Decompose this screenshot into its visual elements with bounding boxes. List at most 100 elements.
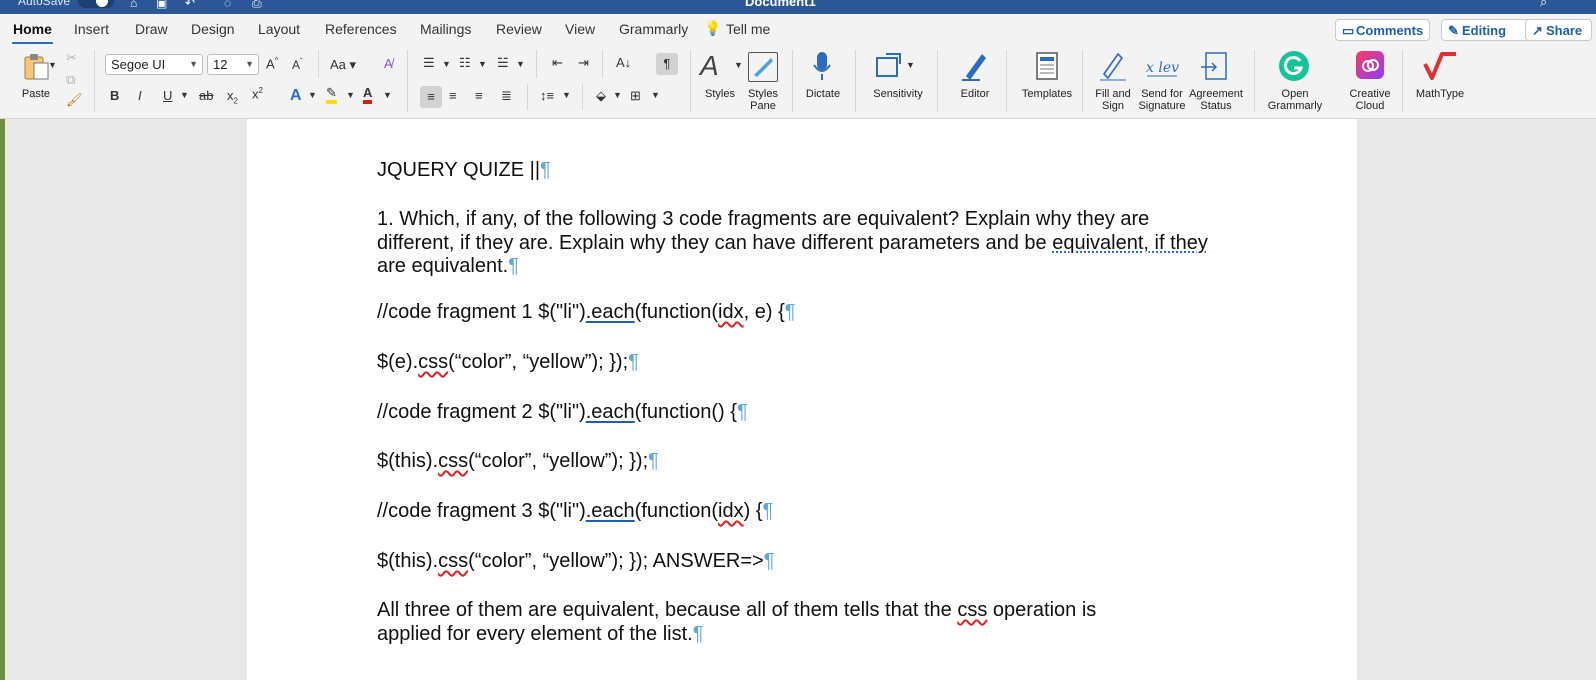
change-case-icon[interactable]: Aa ▾	[330, 57, 356, 73]
grow-font-icon[interactable]: A^	[266, 56, 278, 71]
code-fragment-1[interactable]: //code fragment 1 $("li").each(function(…	[377, 301, 796, 325]
answer-line-1: All three of them are equivalent, becaus…	[377, 599, 1097, 621]
highlight-dropdown-icon[interactable]: ▼	[346, 90, 355, 100]
tab-layout[interactable]: Layout	[258, 21, 300, 37]
cut-icon[interactable]: ✂	[66, 50, 77, 66]
sensitivity-dropdown-icon[interactable]: ▼	[906, 60, 915, 70]
borders-dropdown-icon[interactable]: ▼	[651, 90, 660, 100]
redo-icon[interactable]: ◌	[224, 0, 231, 10]
multilevel-list-icon[interactable]: ☱	[497, 55, 509, 71]
line-spacing-dropdown-icon[interactable]: ▼	[562, 90, 571, 100]
mathtype-label[interactable]: MathType	[1410, 88, 1470, 100]
tab-view[interactable]: View	[565, 21, 595, 37]
numbering-dropdown-icon[interactable]: ▼	[478, 59, 487, 69]
text-effects-dropdown-icon[interactable]: ▼	[308, 90, 317, 100]
justify-icon[interactable]: ≣	[501, 88, 512, 104]
document-page[interactable]: JQUERY QUIZE ||¶ 1. Which, if any, of th…	[247, 119, 1357, 680]
tab-draw[interactable]: Draw	[135, 21, 168, 37]
grammarly-icon[interactable]	[1278, 50, 1310, 82]
sensitivity-icon[interactable]	[874, 50, 904, 80]
shrink-font-icon[interactable]: Aˇ	[292, 57, 303, 72]
underline-dropdown-icon[interactable]: ▼	[180, 90, 189, 100]
send-for-signature-label-1[interactable]: Send for	[1135, 88, 1189, 100]
code-css-3[interactable]: $(this).css(“color”, “yellow”); }); ANSW…	[377, 550, 774, 574]
tab-references[interactable]: References	[325, 21, 397, 37]
tell-me[interactable]: Tell me	[726, 21, 770, 37]
styles-icon[interactable]: A	[700, 50, 719, 82]
home-icon[interactable]: ⌂	[130, 0, 137, 10]
align-left-icon[interactable]: ≡	[420, 86, 442, 108]
subscript-icon[interactable]: x2	[227, 88, 238, 106]
format-painter-icon[interactable]: 🖌	[66, 92, 83, 108]
search-icon[interactable]: ⌕	[1540, 0, 1547, 10]
font-color-icon[interactable]: A	[363, 85, 373, 104]
bold-icon[interactable]: B	[110, 88, 119, 103]
styles-dropdown-icon[interactable]: ▼	[734, 60, 743, 70]
fill-and-sign-label-1[interactable]: Fill and	[1090, 88, 1136, 100]
mathtype-icon[interactable]	[1422, 50, 1458, 82]
autosave-toggle[interactable]	[78, 0, 114, 8]
decrease-indent-icon[interactable]: ⇤	[552, 55, 563, 71]
comments-button[interactable]: ▭ Comments	[1335, 19, 1430, 41]
font-color-dropdown-icon[interactable]: ▼	[383, 90, 392, 100]
borders-icon[interactable]: ⊞	[630, 88, 641, 104]
code-fragment-3[interactable]: //code fragment 3 $("li").each(function(…	[377, 500, 773, 524]
print-icon[interactable]: ⎙	[252, 0, 262, 11]
paste-dropdown-icon[interactable]: ▼	[48, 60, 57, 70]
clear-formatting-icon[interactable]: A̸	[384, 56, 393, 71]
agreement-status-icon[interactable]	[1200, 50, 1230, 82]
code-css-1[interactable]: $(e).css(“color”, “yellow”); });¶	[377, 351, 639, 375]
underline-icon[interactable]: U	[163, 88, 172, 103]
copy-icon[interactable]: ⧉	[66, 72, 75, 88]
bullets-dropdown-icon[interactable]: ▼	[442, 59, 451, 69]
increase-indent-icon[interactable]: ⇥	[578, 55, 589, 71]
styles-label[interactable]: Styles	[700, 88, 740, 100]
sensitivity-label[interactable]: Sensitivity	[870, 88, 926, 100]
italic-icon[interactable]: I	[138, 88, 142, 103]
question-paragraph[interactable]: 1. Which, if any, of the following 3 cod…	[377, 208, 1208, 279]
dictate-label[interactable]: Dictate	[800, 88, 846, 100]
creative-cloud-icon[interactable]	[1355, 50, 1385, 80]
signature-icon[interactable]: x lev	[1145, 50, 1179, 82]
tab-review[interactable]: Review	[496, 21, 542, 37]
microphone-icon[interactable]	[810, 50, 834, 82]
answer-paragraph[interactable]: All three of them are equivalent, becaus…	[377, 599, 1096, 646]
tab-design[interactable]: Design	[191, 21, 235, 37]
separator	[536, 50, 537, 78]
editor-icon[interactable]	[960, 50, 990, 82]
templates-icon[interactable]	[1034, 50, 1060, 82]
text-effects-icon[interactable]: A	[290, 87, 302, 105]
tab-mailings[interactable]: Mailings	[420, 21, 471, 37]
fill-and-sign-icon[interactable]	[1098, 50, 1128, 82]
tab-home[interactable]: Home	[13, 21, 52, 37]
font-name-combo[interactable]: Segoe UI ▼	[105, 54, 203, 75]
line-spacing-icon[interactable]: ↕≡	[540, 88, 554, 103]
tab-insert[interactable]: Insert	[74, 21, 109, 37]
save-icon[interactable]: ▣	[156, 0, 167, 10]
multilevel-dropdown-icon[interactable]: ▼	[516, 59, 525, 69]
styles-pane-icon[interactable]	[748, 52, 778, 82]
templates-label[interactable]: Templates	[1015, 88, 1079, 100]
show-formatting-marks-icon[interactable]: ¶	[656, 53, 678, 75]
shading-icon[interactable]: ⬙	[596, 88, 606, 104]
tab-grammarly[interactable]: Grammarly	[619, 21, 688, 37]
agreement-status-label-1[interactable]: Agreement	[1186, 88, 1246, 100]
strikethrough-icon[interactable]: ab	[199, 88, 213, 103]
undo-icon[interactable]: ↶	[185, 0, 195, 10]
creative-cloud-label-1[interactable]: Creative	[1340, 88, 1400, 100]
code-css-2[interactable]: $(this).css(“color”, “yellow”); });¶	[377, 450, 659, 474]
doc-title-paragraph[interactable]: JQUERY QUIZE ||¶	[377, 159, 551, 183]
font-size-combo[interactable]: 12 ▼	[207, 54, 259, 75]
bullets-icon[interactable]: ☰	[423, 55, 435, 71]
shading-dropdown-icon[interactable]: ▼	[613, 90, 622, 100]
superscript-icon[interactable]: x2	[252, 86, 263, 101]
numbering-icon[interactable]: ☷	[459, 55, 471, 71]
editor-label[interactable]: Editor	[950, 88, 1000, 100]
sort-icon[interactable]: A↓	[616, 55, 631, 70]
code-fragment-2[interactable]: //code fragment 2 $("li").each(function(…	[377, 401, 748, 425]
open-grammarly-label-1[interactable]: Open	[1265, 88, 1325, 100]
highlight-icon[interactable]: ✎	[326, 86, 337, 104]
align-right-icon[interactable]: ≡	[475, 88, 483, 103]
align-center-icon[interactable]: ≡	[449, 88, 457, 103]
share-button[interactable]: ↗ Share	[1525, 19, 1592, 41]
